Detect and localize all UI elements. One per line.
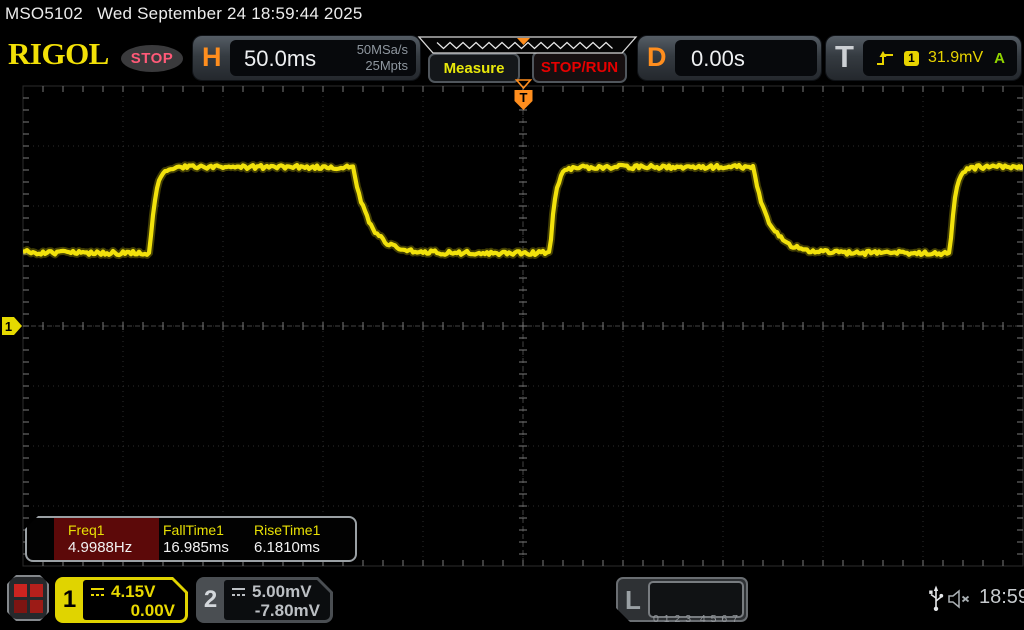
trigger-top-triangle-icon	[517, 80, 531, 88]
measurement-value: 4.9988Hz	[68, 539, 159, 557]
oscilloscope-screen: MSO5102Wed September 24 18:59:44 2025 T …	[0, 0, 1024, 630]
trigger-position-marker[interactable]: T	[515, 80, 533, 110]
horizontal-position-indicator[interactable]	[419, 37, 636, 53]
measurement-value: 16.985ms	[163, 539, 250, 557]
measurement-name: FallTime1	[163, 522, 250, 539]
measurement-freq1[interactable]: Freq1 4.9988Hz	[54, 518, 159, 560]
measurement-panel[interactable]: Freq1 4.9988Hz FallTime1 16.985ms RiseTi…	[25, 516, 357, 562]
trigger-flag-label: T	[520, 90, 528, 105]
channel1-marker-label: 1	[5, 319, 12, 334]
channel1-position-marker[interactable]: 1	[2, 317, 22, 335]
measurement-name: RiseTime1	[254, 522, 320, 539]
measurement-falltime1[interactable]: FallTime1 16.985ms	[159, 518, 250, 560]
measurement-name: Freq1	[68, 522, 159, 539]
graticule-grid	[23, 86, 1023, 566]
measurement-value: 6.1810ms	[254, 539, 320, 557]
measurement-risetime1[interactable]: RiseTime1 6.1810ms	[250, 518, 320, 560]
